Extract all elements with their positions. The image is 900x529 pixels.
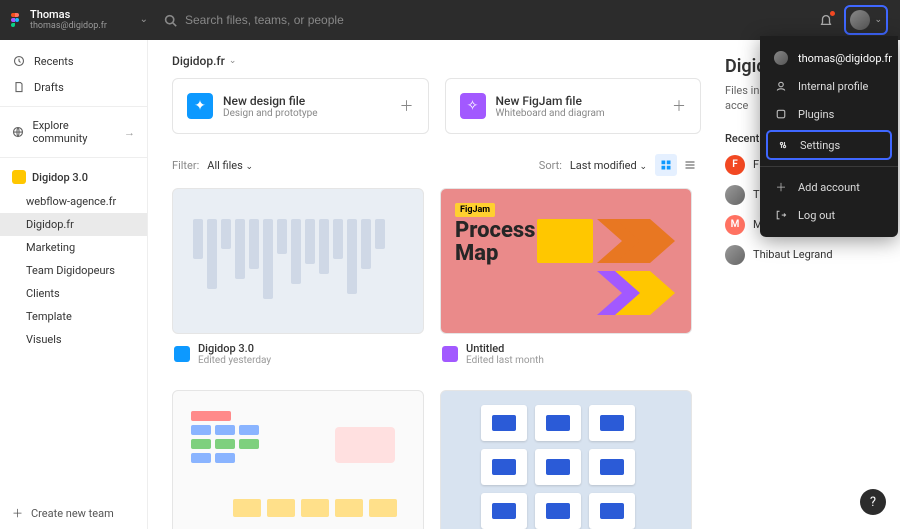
design-file-icon: [174, 346, 190, 362]
plugins-icon: [774, 107, 788, 121]
sidebar-drafts[interactable]: Drafts: [0, 74, 147, 100]
globe-icon: [12, 125, 24, 139]
file-title: Untitled: [466, 342, 544, 355]
avatar: [725, 185, 745, 205]
dropdown-internal-profile[interactable]: Internal profile: [760, 72, 898, 100]
plus-icon: ＋: [400, 96, 414, 116]
sidebar-project[interactable]: Visuels: [0, 328, 147, 351]
logout-icon: [774, 208, 788, 222]
avatar: [774, 51, 788, 65]
figma-logo-icon: [8, 13, 22, 27]
contributor-name: Thibaut Legrand: [753, 248, 833, 261]
file-subtitle: Edited yesterday: [198, 355, 271, 366]
sidebar-project[interactable]: Team Digidopeurs: [0, 259, 147, 282]
dropdown-plugins[interactable]: Plugins: [760, 100, 898, 128]
chevron-down-icon: ⌄: [229, 56, 237, 66]
file-card[interactable]: [440, 390, 692, 529]
sidebar-project[interactable]: Marketing: [0, 236, 147, 259]
sidebar: Recents Drafts Explore community → Digid…: [0, 40, 148, 529]
notification-dot-icon: [830, 11, 835, 16]
sidebar-item-label: Drafts: [34, 81, 64, 94]
main-content: Digidop.fr ⌄ ✦ New design file Design an…: [148, 40, 725, 529]
sidebar-project[interactable]: Clients: [0, 282, 147, 305]
file-thumbnail: [440, 390, 692, 529]
create-team-label: Create new team: [31, 507, 114, 520]
new-card-subtitle: Design and prototype: [223, 108, 390, 119]
new-card-subtitle: Whiteboard and diagram: [496, 108, 663, 119]
design-file-icon: ✦: [187, 93, 213, 119]
figjam-file-icon: [442, 346, 458, 362]
filter-dropdown[interactable]: All files ⌄: [207, 159, 253, 172]
chevron-down-icon: ⌄: [874, 15, 882, 25]
new-figjam-file-card[interactable]: ✧ New FigJam file Whiteboard and diagram…: [445, 78, 702, 134]
list-view-button[interactable]: [679, 154, 701, 176]
avatar-initial: F: [725, 155, 745, 175]
team-name: Digidop 3.0: [32, 171, 88, 184]
settings-icon: [776, 138, 790, 152]
workspace-user-name: Thomas: [30, 8, 107, 21]
avatar: [725, 245, 745, 265]
account-menu-button[interactable]: ⌄: [844, 5, 888, 35]
notifications-button[interactable]: [816, 10, 836, 30]
dropdown-logout[interactable]: Log out: [760, 201, 898, 229]
contributor-row[interactable]: Thibaut Legrand: [725, 245, 882, 265]
avatar-initial: M: [725, 215, 745, 235]
workspace-user-email: thomas@digidop.fr: [30, 21, 107, 32]
search-input[interactable]: [185, 13, 485, 27]
sidebar-item-label: Recents: [34, 55, 74, 68]
grid-view-button[interactable]: [655, 154, 677, 176]
sidebar-project[interactable]: Template: [0, 305, 147, 328]
search-bar[interactable]: [148, 13, 816, 27]
sidebar-project[interactable]: Digidop.fr: [0, 213, 147, 236]
sort-dropdown[interactable]: Last modified ⌄: [570, 159, 647, 172]
file-icon: [12, 80, 26, 94]
plus-icon: ＋: [12, 505, 23, 521]
team-icon: [12, 170, 26, 184]
figjam-file-icon: ✧: [460, 93, 486, 119]
help-button[interactable]: ?: [860, 489, 886, 515]
profile-icon: [774, 79, 788, 93]
new-design-file-card[interactable]: ✦ New design file Design and prototype ＋: [172, 78, 429, 134]
search-icon: [164, 14, 177, 27]
figjam-badge: FigJam: [455, 203, 495, 217]
file-thumbnail: [172, 390, 424, 529]
file-thumbnail: FigJam ProcessMap: [440, 188, 692, 334]
sidebar-recents[interactable]: Recents: [0, 48, 147, 74]
sort-label: Sort:: [539, 159, 562, 172]
sidebar-team-header[interactable]: Digidop 3.0: [0, 164, 147, 190]
dropdown-add-account[interactable]: ＋ Add account: [760, 173, 898, 201]
filter-label: Filter:: [172, 159, 199, 172]
new-card-title: New design file: [223, 94, 390, 108]
plus-icon: ＋: [774, 180, 788, 194]
sidebar-explore-community[interactable]: Explore community →: [0, 113, 147, 151]
chevron-down-icon: ⌄: [246, 162, 254, 172]
chevron-down-icon: ⌄: [639, 162, 647, 172]
file-title: Digidop 3.0: [198, 342, 271, 355]
clock-icon: [12, 54, 26, 68]
file-thumbnail: [172, 188, 424, 334]
file-subtitle: Edited last month: [466, 355, 544, 366]
sidebar-item-label: Explore community: [32, 119, 116, 145]
file-card[interactable]: [172, 390, 424, 529]
new-card-title: New FigJam file: [496, 94, 663, 108]
sidebar-project[interactable]: webflow-agence.fr: [0, 190, 147, 213]
dropdown-email[interactable]: thomas@digidop.fr: [760, 44, 898, 72]
breadcrumb[interactable]: Digidop.fr ⌄: [148, 40, 725, 78]
dropdown-settings[interactable]: Settings: [766, 130, 892, 160]
breadcrumb-label: Digidop.fr: [172, 54, 225, 68]
file-card[interactable]: Digidop 3.0Edited yesterday: [172, 188, 424, 374]
workspace-switcher[interactable]: Thomas thomas@digidop.fr ⌄: [8, 8, 148, 32]
chevron-down-icon: ⌄: [140, 14, 148, 25]
plus-icon: ＋: [672, 96, 686, 116]
arrow-right-icon: →: [124, 126, 135, 139]
file-card[interactable]: FigJam ProcessMap UntitledEd: [440, 188, 692, 374]
account-dropdown: thomas@digidop.fr Internal profile Plugi…: [760, 36, 898, 237]
create-new-team[interactable]: ＋ Create new team: [0, 497, 147, 529]
topbar: Thomas thomas@digidop.fr ⌄ ⌄: [0, 0, 900, 40]
avatar: [850, 10, 870, 30]
